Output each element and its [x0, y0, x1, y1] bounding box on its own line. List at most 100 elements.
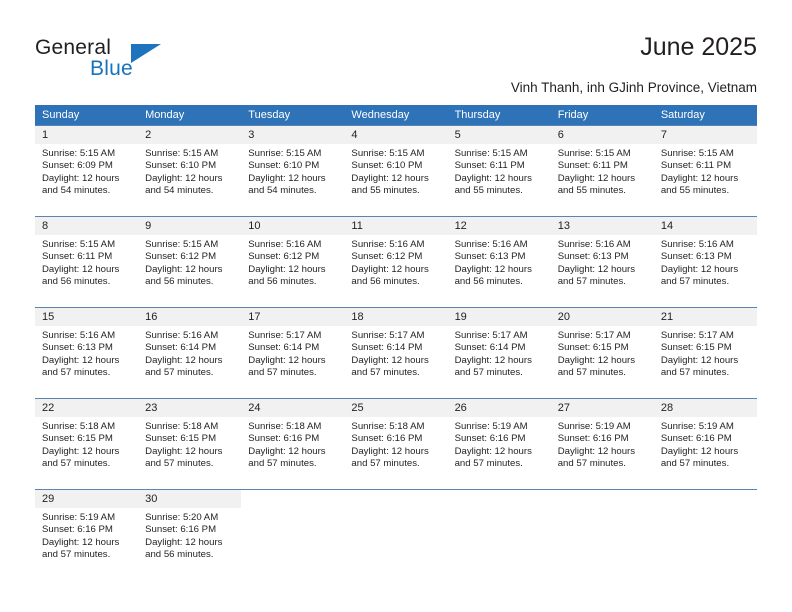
sunrise-text: Sunrise: 5:19 AM — [660, 421, 734, 432]
calendar-day-cell[interactable]: 23 Sunrise: 5:18 AM Sunset: 6:15 PM Dayligh… — [138, 398, 242, 490]
sunrise-text: Sunrise: 5:18 AM — [42, 421, 116, 432]
calendar-day-cell[interactable]: 9 Sunrise: 5:15 AM Sunset: 6:12 PM Daylight… — [138, 216, 242, 308]
daylight-text-line2: and 54 minutes. — [145, 185, 214, 197]
daylight-text-line1: Daylight: 12 hours — [557, 354, 636, 366]
daylight-text-line2: and 56 minutes. — [145, 549, 214, 561]
daylight-text-line1: Daylight: 12 hours — [454, 354, 532, 366]
calendar-day-cell[interactable]: 27 Sunrise: 5:19 AM Sunset: 6:16 PM Dayligh… — [550, 398, 654, 490]
sunset-text: Sunset: 6:12 PM — [248, 251, 320, 263]
sunset-text: Sunset: 6:16 PM — [42, 524, 113, 536]
day-number: 18 — [344, 308, 448, 326]
day-sun-info: Sunrise: 5:19 AM Sunset: 6:16 PM Daylight:… — [551, 417, 654, 471]
day-number: 21 — [653, 308, 757, 326]
day-sun-info: Sunrise: 5:20 AM Sunset: 6:16 PM Daylight:… — [138, 508, 241, 562]
daylight-text-line1: Daylight: 12 hours — [42, 172, 120, 184]
calendar-day-cell[interactable]: 25 Sunrise: 5:18 AM Sunset: 6:16 PM Dayligh… — [344, 398, 448, 490]
day-sun-info: Sunrise: 5:16 AM Sunset: 6:12 PM Daylight:… — [241, 235, 344, 289]
daylight-text-line2: and 54 minutes. — [42, 185, 111, 197]
sunset-text: Sunset: 6:13 PM — [557, 251, 629, 263]
daylight-text-line1: Daylight: 12 hours — [660, 172, 739, 184]
day-sun-info: Sunrise: 5:16 AM Sunset: 6:13 PM Daylight:… — [35, 326, 138, 380]
calendar-day-cell[interactable]: 22 Sunrise: 5:18 AM Sunset: 6:15 PM Dayligh… — [35, 398, 139, 490]
day-number: 14 — [653, 217, 757, 235]
sunrise-text: Sunrise: 5:15 AM — [145, 148, 219, 159]
calendar-day-cell[interactable]: 28 Sunrise: 5:19 AM Sunset: 6:16 PM Dayligh… — [653, 398, 757, 490]
day-number: 27 — [550, 399, 654, 417]
daylight-text-line1: Daylight: 12 hours — [454, 263, 532, 275]
weekday-header-thursday: Thursday — [447, 105, 551, 126]
daylight-text-line2: and 55 minutes. — [351, 185, 420, 197]
daylight-text-line2: and 56 minutes. — [248, 276, 317, 288]
sunset-text: Sunset: 6:12 PM — [145, 251, 217, 263]
sunset-text: Sunset: 6:16 PM — [660, 433, 732, 445]
day-sun-info: Sunrise: 5:16 AM Sunset: 6:12 PM Daylight:… — [344, 235, 447, 289]
daylight-text-line2: and 57 minutes. — [145, 458, 214, 470]
sunrise-text: Sunrise: 5:15 AM — [42, 148, 116, 159]
day-sun-info: Sunrise: 5:17 AM Sunset: 6:14 PM Daylight:… — [448, 326, 551, 380]
calendar-day-cell[interactable]: 17 Sunrise: 5:17 AM Sunset: 6:14 PM Dayligh… — [241, 307, 345, 399]
calendar-day-cell[interactable]: 2 Sunrise: 5:15 AM Sunset: 6:10 PM Daylight… — [138, 125, 242, 217]
sunset-text: Sunset: 6:15 PM — [660, 342, 732, 354]
day-sun-info: Sunrise: 5:16 AM Sunset: 6:14 PM Daylight:… — [138, 326, 241, 380]
daylight-text-line1: Daylight: 12 hours — [660, 263, 739, 275]
daylight-text-line1: Daylight: 12 hours — [42, 354, 120, 366]
daylight-text-line2: and 57 minutes. — [660, 276, 730, 288]
calendar-day-cell[interactable]: 10 Sunrise: 5:16 AM Sunset: 6:12 PM Dayligh… — [241, 216, 345, 308]
sunset-text: Sunset: 6:13 PM — [42, 342, 113, 354]
daylight-text-line2: and 57 minutes. — [248, 458, 317, 470]
sunset-text: Sunset: 6:10 PM — [145, 160, 217, 172]
calendar-day-cell[interactable]: 18 Sunrise: 5:17 AM Sunset: 6:14 PM Dayligh… — [344, 307, 448, 399]
sunset-text: Sunset: 6:14 PM — [351, 342, 423, 354]
calendar-day-cell[interactable]: 6 Sunrise: 5:15 AM Sunset: 6:11 PM Daylight… — [550, 125, 654, 217]
sunset-text: Sunset: 6:14 PM — [145, 342, 217, 354]
day-number: 8 — [35, 217, 139, 235]
day-number: 6 — [550, 126, 654, 144]
calendar-day-cell[interactable]: 29 Sunrise: 5:19 AM Sunset: 6:16 PM Dayligh… — [35, 489, 139, 580]
daylight-text-line2: and 57 minutes. — [248, 367, 317, 379]
calendar-day-cell[interactable]: 14 Sunrise: 5:16 AM Sunset: 6:13 PM Dayligh… — [653, 216, 757, 308]
day-sun-info: Sunrise: 5:17 AM Sunset: 6:14 PM Daylight:… — [344, 326, 447, 380]
calendar-day-cell[interactable]: 1 Sunrise: 5:15 AM Sunset: 6:09 PM Daylight… — [35, 125, 139, 217]
day-sun-info: Sunrise: 5:18 AM Sunset: 6:15 PM Daylight:… — [138, 417, 241, 471]
calendar-day-cell[interactable]: 12 Sunrise: 5:16 AM Sunset: 6:13 PM Dayligh… — [447, 216, 551, 308]
daylight-text-line1: Daylight: 12 hours — [351, 354, 429, 366]
general-blue-logo[interactable]: General Blue — [35, 36, 215, 84]
calendar-day-cell[interactable]: 26 Sunrise: 5:19 AM Sunset: 6:16 PM Dayligh… — [447, 398, 551, 490]
sunrise-text: Sunrise: 5:18 AM — [145, 421, 219, 432]
calendar-day-cell[interactable]: 11 Sunrise: 5:16 AM Sunset: 6:12 PM Dayligh… — [344, 216, 448, 308]
weekday-header-wednesday: Wednesday — [344, 105, 448, 126]
daylight-text-line2: and 54 minutes. — [248, 185, 317, 197]
day-sun-info: Sunrise: 5:19 AM Sunset: 6:16 PM Daylight:… — [35, 508, 138, 562]
calendar-day-cell-empty — [447, 489, 551, 580]
day-number: 12 — [447, 217, 551, 235]
sunrise-text: Sunrise: 5:17 AM — [557, 330, 631, 341]
calendar-day-cell[interactable]: 13 Sunrise: 5:16 AM Sunset: 6:13 PM Dayligh… — [550, 216, 654, 308]
calendar-day-cell[interactable]: 21 Sunrise: 5:17 AM Sunset: 6:15 PM Dayligh… — [653, 307, 757, 399]
calendar-day-cell[interactable]: 7 Sunrise: 5:15 AM Sunset: 6:11 PM Daylight… — [653, 125, 757, 217]
calendar-day-cell[interactable]: 4 Sunrise: 5:15 AM Sunset: 6:10 PM Daylight… — [344, 125, 448, 217]
sunset-text: Sunset: 6:16 PM — [145, 524, 217, 536]
calendar-day-cell[interactable]: 3 Sunrise: 5:15 AM Sunset: 6:10 PM Daylight… — [241, 125, 345, 217]
calendar-day-cell[interactable]: 24 Sunrise: 5:18 AM Sunset: 6:16 PM Dayligh… — [241, 398, 345, 490]
day-sun-info: Sunrise: 5:16 AM Sunset: 6:13 PM Daylight:… — [551, 235, 654, 289]
daylight-text-line2: and 55 minutes. — [660, 185, 730, 197]
calendar-week-row: 15 Sunrise: 5:16 AM Sunset: 6:13 PM Dayligh… — [35, 307, 757, 399]
calendar-day-cell[interactable]: 8 Sunrise: 5:15 AM Sunset: 6:11 PM Daylight… — [35, 216, 139, 308]
calendar-day-cell[interactable]: 5 Sunrise: 5:15 AM Sunset: 6:11 PM Daylight… — [447, 125, 551, 217]
daylight-text-line2: and 57 minutes. — [42, 549, 111, 561]
calendar-day-cell[interactable]: 20 Sunrise: 5:17 AM Sunset: 6:15 PM Dayligh… — [550, 307, 654, 399]
calendar-day-cell[interactable]: 16 Sunrise: 5:16 AM Sunset: 6:14 PM Dayligh… — [138, 307, 242, 399]
day-number — [653, 490, 757, 508]
calendar-day-cell[interactable]: 19 Sunrise: 5:17 AM Sunset: 6:14 PM Dayligh… — [447, 307, 551, 399]
daylight-text-line1: Daylight: 12 hours — [145, 263, 223, 275]
daylight-text-line1: Daylight: 12 hours — [248, 354, 326, 366]
sunset-text: Sunset: 6:11 PM — [557, 160, 628, 172]
calendar-day-cell[interactable]: 30 Sunrise: 5:20 AM Sunset: 6:16 PM Dayligh… — [138, 489, 242, 580]
calendar-day-cell[interactable]: 15 Sunrise: 5:16 AM Sunset: 6:13 PM Dayligh… — [35, 307, 139, 399]
day-number: 30 — [138, 490, 242, 508]
day-number: 5 — [447, 126, 551, 144]
sunrise-text: Sunrise: 5:16 AM — [145, 330, 219, 341]
day-number: 28 — [653, 399, 757, 417]
daylight-text-line1: Daylight: 12 hours — [248, 263, 326, 275]
sunset-text: Sunset: 6:15 PM — [42, 433, 113, 445]
